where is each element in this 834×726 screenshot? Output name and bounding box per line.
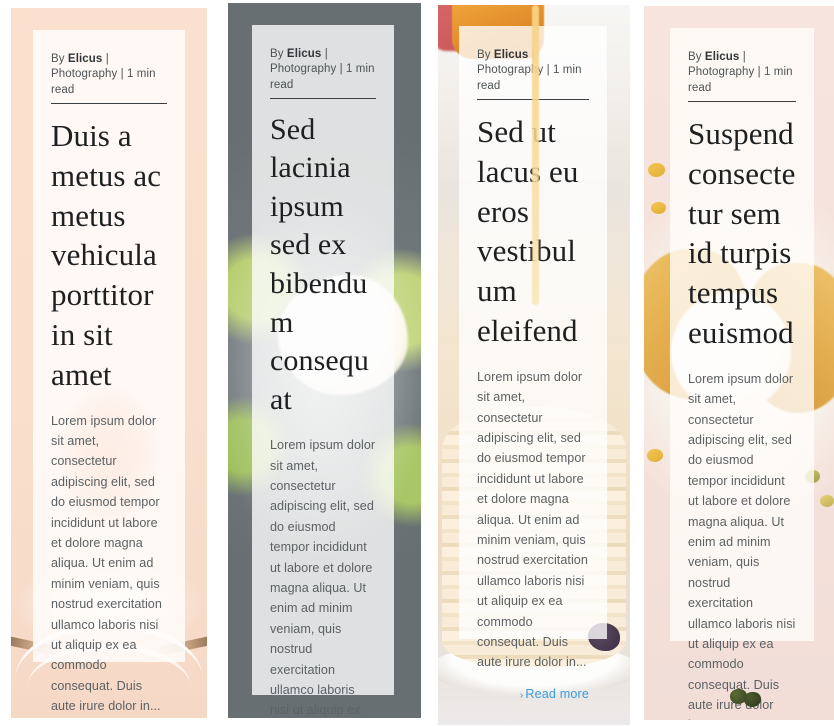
card-4-excerpt: Lorem ipsum dolor sit amet, consectetur … [688, 371, 796, 720]
crumb-decoration-3 [647, 448, 663, 462]
honey-drizzle-decoration [532, 5, 540, 305]
card-1-text-panel: By Elicus | Photography | 1 min read Dui… [33, 30, 185, 713]
card-3-read-more-label: Read more [525, 686, 589, 701]
card-3-byline-prefix: By [477, 49, 494, 61]
card-1-byline-prefix: By [51, 53, 68, 65]
chevron-right-icon: › [519, 689, 524, 701]
blog-card-4[interactable]: By Elicus | Photography | 1 min read Sus… [644, 6, 834, 720]
card-4-meta: By Elicus | Photography | 1 min read [688, 50, 796, 102]
blog-card-3[interactable]: By Elicus | Photography | 1 min read Sed… [438, 5, 630, 725]
blog-card-grid: By Elicus | Photography | 1 min read Dui… [0, 0, 834, 726]
card-4-text-panel: By Elicus | Photography | 1 min read Sus… [670, 28, 814, 720]
card-4-byline-prefix: By [688, 51, 705, 63]
card-3-excerpt: Lorem ipsum dolor sit amet, consectetur … [477, 369, 588, 670]
card-2-text-panel: By Elicus | Photography | 1 min read Sed… [252, 25, 394, 717]
card-2-excerpt: Lorem ipsum dolor sit amet, consectetur … [270, 438, 376, 718]
card-1-meta: By Elicus | Photography | 1 min read [51, 52, 167, 104]
card-4-author: Elicus [704, 51, 740, 63]
card-2-author: Elicus [286, 48, 322, 60]
card-1-author: Elicus [67, 53, 103, 65]
card-1-title[interactable]: Duis a metus ac metus vehicula porttitor… [51, 116, 167, 395]
card-3-read-more-link[interactable]: › Read more [520, 687, 589, 701]
blog-card-1[interactable]: By Elicus | Photography | 1 min read Dui… [11, 8, 207, 718]
card-1-excerpt: Lorem ipsum dolor sit amet, consectetur … [51, 413, 162, 714]
card-3-author: Elicus [493, 49, 529, 61]
card-2-title[interactable]: Sed lacinia ipsum sed ex bibendum conseq… [270, 111, 376, 419]
card-2-byline-prefix: By [270, 48, 287, 60]
card-2-meta: By Elicus | Photography | 1 min read [270, 47, 376, 99]
blog-card-2[interactable]: By Elicus | Photography | 1 min read Sed… [228, 3, 421, 718]
card-4-title[interactable]: Suspendconsectetur sem id turpis tempus … [688, 114, 796, 353]
